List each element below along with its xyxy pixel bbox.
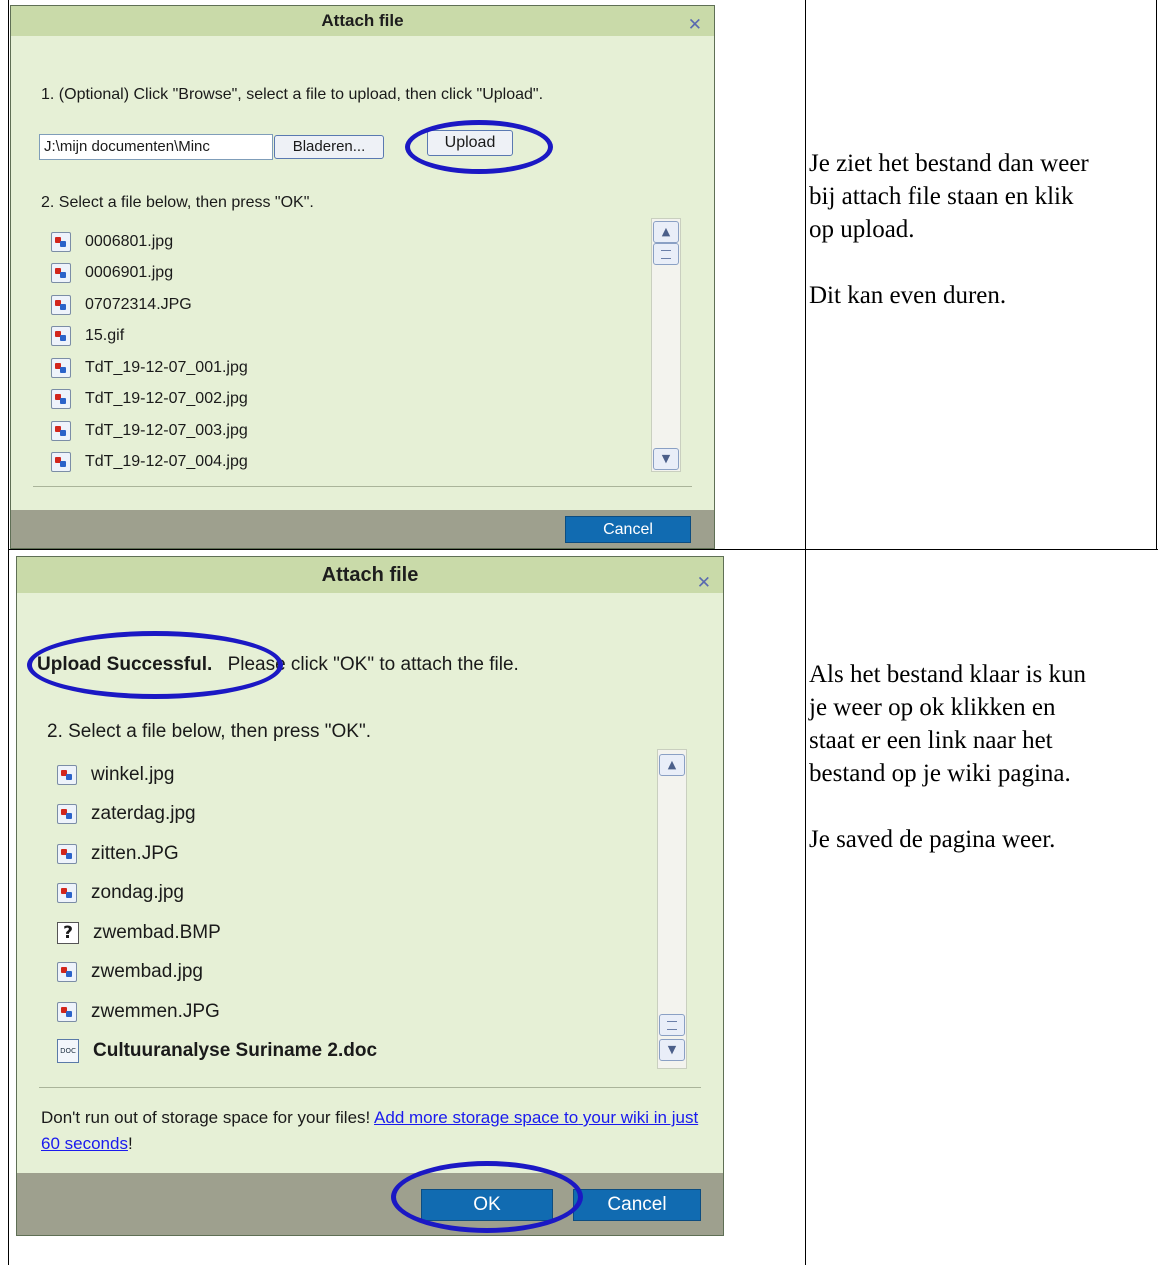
image-file-icon bbox=[51, 231, 71, 252]
storage-link-text[interactable]: Add more storage space to bbox=[374, 1108, 578, 1127]
unknown-file-icon: ? bbox=[57, 921, 79, 944]
image-file-icon bbox=[51, 263, 71, 284]
doc-file-icon: DOC bbox=[57, 1039, 79, 1064]
image-file-icon bbox=[57, 1001, 77, 1022]
file-name: TdT_19-12-07_003.jpg bbox=[85, 421, 248, 439]
highlight-circle-upload bbox=[405, 120, 553, 174]
image-file-icon bbox=[57, 804, 77, 825]
file-name: 07072314.JPG bbox=[85, 295, 192, 313]
file-name: 0006801.jpg bbox=[85, 232, 174, 250]
table-border-left bbox=[8, 0, 9, 1265]
file-name: zwembad.BMP bbox=[93, 921, 221, 943]
highlight-circle-ok bbox=[391, 1161, 583, 1233]
cancel-button[interactable]: Cancel bbox=[565, 516, 691, 543]
file-list-item[interactable]: winkel.jpg bbox=[57, 755, 657, 795]
note-paragraph: Je ziet het bestand dan weer bij attach … bbox=[809, 150, 1089, 243]
dialog-title-bar: Attach file ✕ bbox=[11, 6, 714, 36]
scroll-down-icon[interactable]: ▼ bbox=[653, 448, 679, 470]
file-list-item[interactable]: 15.gif bbox=[51, 321, 651, 353]
dialog-title: Attach file bbox=[321, 11, 404, 30]
image-file-icon bbox=[57, 883, 77, 904]
file-list: 0006801.jpg 0006901.jpg 07072314.JPG 15.gif… bbox=[51, 226, 651, 478]
image-file-icon bbox=[57, 764, 77, 785]
note-paragraph: Dit kan even duren. bbox=[809, 282, 1007, 309]
scroll-thumb[interactable] bbox=[659, 1014, 685, 1036]
image-file-icon bbox=[51, 452, 71, 473]
note-paragraph: Als het bestand klaar is kun je weer op … bbox=[809, 661, 1087, 787]
note-paragraph: Je saved de pagina weer. bbox=[809, 826, 1056, 853]
separator bbox=[33, 486, 692, 487]
image-file-icon bbox=[51, 420, 71, 441]
table-border-right bbox=[1156, 0, 1157, 550]
select-instruction: 2. Select a file below, then press "OK". bbox=[41, 194, 314, 211]
dialog-title-bar: Attach file ✕ bbox=[17, 557, 723, 593]
file-list-item[interactable]: TdT_19-12-07_002.jpg bbox=[51, 384, 651, 416]
file-name: TdT_19-12-07_001.jpg bbox=[85, 358, 248, 376]
storage-promo-text: Don't run out of storage space for your … bbox=[41, 1108, 375, 1127]
file-list-scrollbar[interactable]: ▲ ▼ bbox=[651, 218, 681, 472]
table-row-divider bbox=[8, 549, 1158, 550]
scroll-up-icon[interactable]: ▲ bbox=[653, 221, 679, 243]
file-name: zaterdag.jpg bbox=[91, 803, 196, 825]
file-list-item[interactable]: TdT_19-12-07_003.jpg bbox=[51, 415, 651, 447]
close-icon[interactable]: ✕ bbox=[697, 565, 711, 601]
file-name: 0006901.jpg bbox=[85, 264, 174, 282]
file-name: zitten.JPG bbox=[91, 842, 179, 864]
scroll-down-icon[interactable]: ▼ bbox=[659, 1039, 685, 1061]
file-name: 15.gif bbox=[85, 327, 125, 345]
file-name: zwemmen.JPG bbox=[91, 1000, 220, 1022]
file-list-item[interactable]: 0006901.jpg bbox=[51, 258, 651, 290]
image-file-icon bbox=[51, 294, 71, 315]
file-name: winkel.jpg bbox=[91, 763, 175, 785]
image-file-icon bbox=[51, 357, 71, 378]
dialog-footer: Cancel bbox=[11, 510, 714, 548]
close-icon[interactable]: ✕ bbox=[688, 10, 702, 40]
scroll-up-icon[interactable]: ▲ bbox=[659, 754, 685, 776]
file-name: zondag.jpg bbox=[91, 882, 184, 904]
scroll-thumb[interactable] bbox=[653, 243, 679, 265]
file-list: winkel.jpg zaterdag.jpg zitten.JPG zondag.j… bbox=[57, 755, 657, 1071]
file-list-item[interactable]: ? zwembad.BMP bbox=[57, 913, 657, 953]
instruction-note-1: Je ziet het bestand dan weer bij attach … bbox=[809, 147, 1154, 345]
attach-file-dialog-upload: Attach file ✕ 1. (Optional) Click "Brows… bbox=[10, 5, 715, 549]
file-list-item[interactable]: zwemmen.JPG bbox=[57, 992, 657, 1032]
file-list-item[interactable]: zitten.JPG bbox=[57, 834, 657, 874]
browse-button[interactable]: Bladeren... bbox=[274, 135, 384, 159]
file-list-item[interactable]: TdT_19-12-07_004.jpg bbox=[51, 447, 651, 479]
highlight-circle-upload-successful bbox=[27, 631, 283, 699]
upload-instruction: 1. (Optional) Click "Browse", select a f… bbox=[41, 86, 544, 103]
table-border-middle bbox=[805, 0, 806, 1265]
file-list-item[interactable]: 0006801.jpg bbox=[51, 226, 651, 258]
file-list-item[interactable]: DOC Cultuuranalyse Suriname 2.doc bbox=[57, 1032, 657, 1072]
select-instruction: 2. Select a file below, then press "OK". bbox=[47, 721, 371, 742]
file-list-item[interactable]: zwembad.jpg bbox=[57, 953, 657, 993]
instruction-note-2: Als het bestand klaar is kun je weer op … bbox=[809, 658, 1154, 889]
file-path-input[interactable]: J:\mijn documenten\Minc bbox=[39, 134, 273, 160]
image-file-icon bbox=[51, 389, 71, 410]
file-list-item[interactable]: 07072314.JPG bbox=[51, 289, 651, 321]
file-name: zwembad.jpg bbox=[91, 961, 203, 983]
file-name: Cultuuranalyse Suriname 2.doc bbox=[93, 1040, 378, 1062]
file-name: TdT_19-12-07_004.jpg bbox=[85, 453, 248, 471]
image-file-icon bbox=[57, 962, 77, 983]
file-list-scrollbar[interactable]: ▲ ▼ bbox=[657, 749, 687, 1069]
attach-file-dialog-success: Attach file ✕ Upload Successful. Please … bbox=[16, 556, 724, 1236]
storage-promo-end: ! bbox=[127, 1134, 133, 1153]
cancel-button[interactable]: Cancel bbox=[573, 1189, 701, 1221]
file-list-item[interactable]: zaterdag.jpg bbox=[57, 795, 657, 835]
dialog-title: Attach file bbox=[321, 564, 419, 586]
image-file-icon bbox=[51, 326, 71, 347]
file-name: TdT_19-12-07_002.jpg bbox=[85, 390, 248, 408]
storage-promo: Don't run out of storage space for your … bbox=[41, 1105, 701, 1157]
file-list-item[interactable]: zondag.jpg bbox=[57, 874, 657, 914]
dialog-footer: OK Cancel bbox=[17, 1173, 723, 1235]
separator bbox=[39, 1087, 701, 1088]
file-list-item[interactable]: TdT_19-12-07_001.jpg bbox=[51, 352, 651, 384]
image-file-icon bbox=[57, 843, 77, 864]
